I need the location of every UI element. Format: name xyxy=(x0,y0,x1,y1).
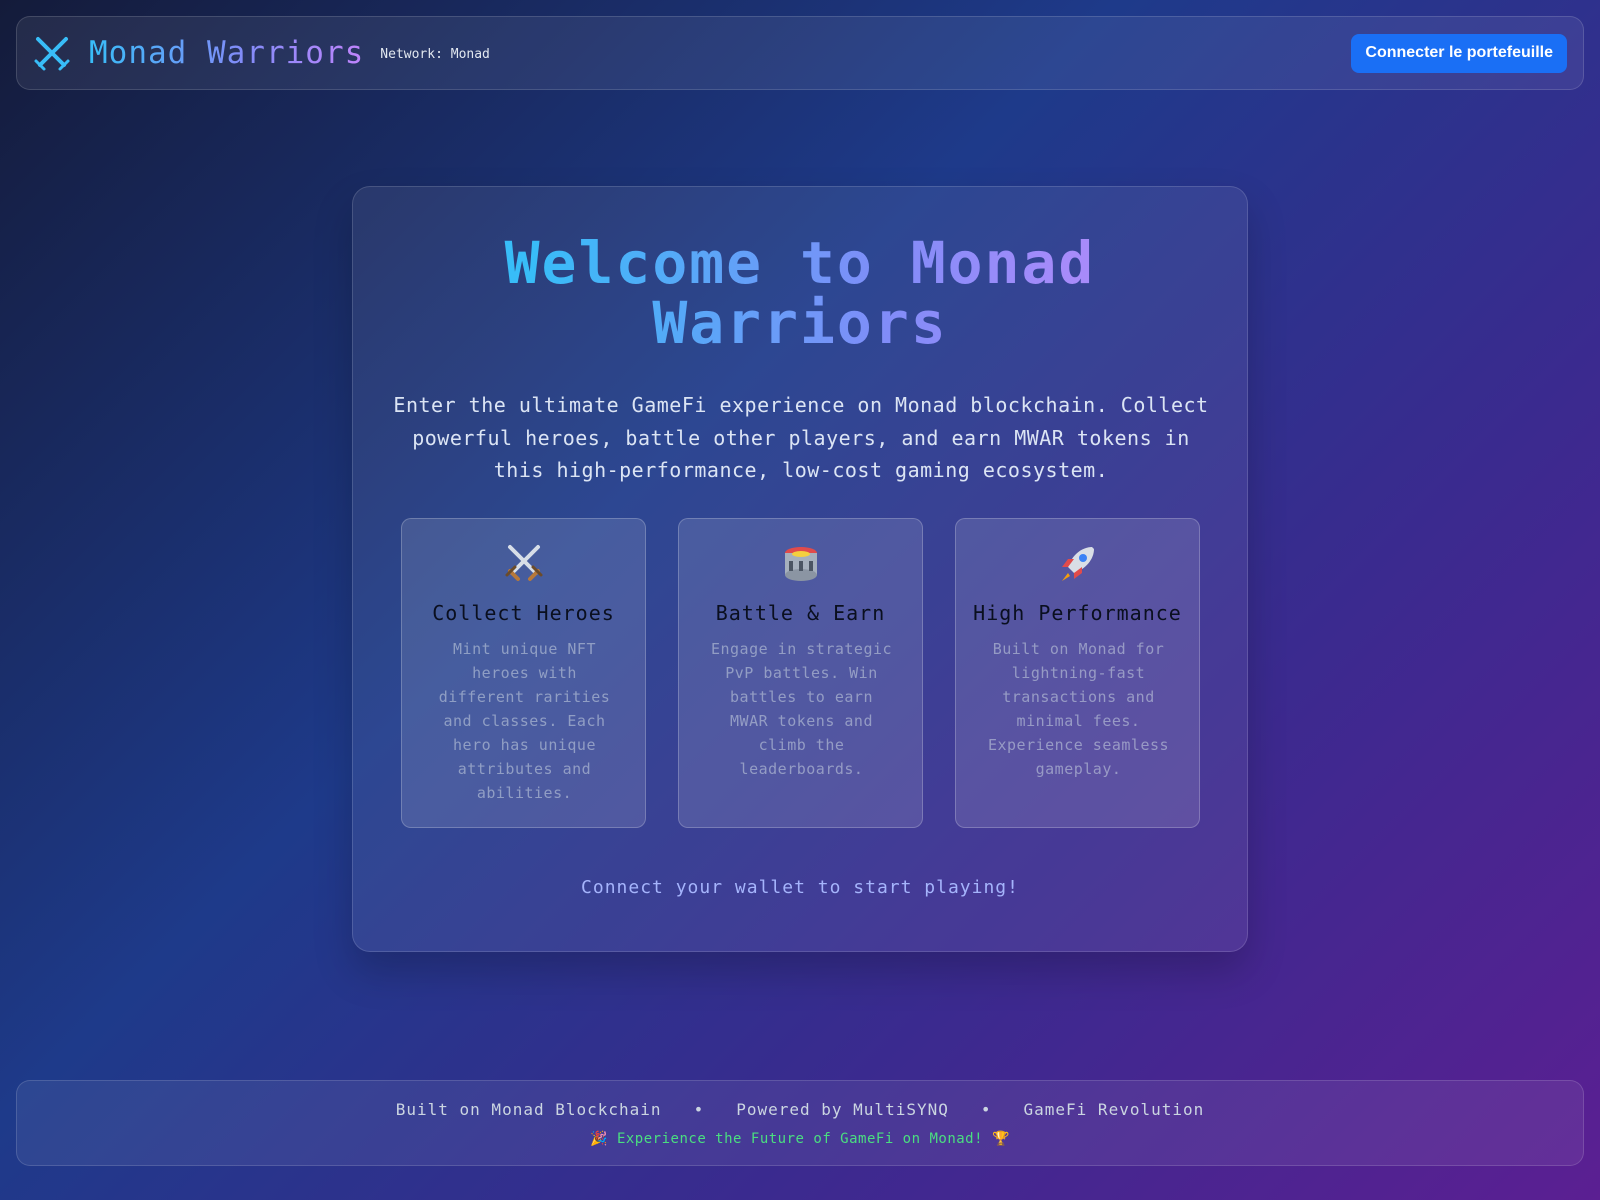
crossed-swords-icon xyxy=(402,541,645,585)
footer-tagline: 🎉 Experience the Future of GameFi on Mon… xyxy=(590,1131,1010,1147)
feature-list: Collect Heroes Mint unique NFT heroes wi… xyxy=(401,518,1201,828)
rocket-icon xyxy=(956,541,1199,585)
feature-title: Collect Heroes xyxy=(432,601,615,625)
feature-description: Built on Monad for lightning-fast transa… xyxy=(987,640,1170,778)
feature-title: High Performance xyxy=(973,601,1182,625)
network-label: Network: Monad xyxy=(380,46,490,62)
feature-card-collect-heroes: Collect Heroes Mint unique NFT heroes wi… xyxy=(401,518,646,828)
footer-item-gamefi: GameFi Revolution xyxy=(1023,1100,1205,1119)
footer-separator: • xyxy=(980,1100,992,1119)
stadium-icon xyxy=(679,541,922,585)
feature-card-battle-earn: Battle & Earn Engage in strategic PvP ba… xyxy=(678,518,923,828)
feature-description: Mint unique NFT heroes with different ra… xyxy=(438,640,611,802)
welcome-heading: Welcome to Monad Warriors xyxy=(353,233,1247,353)
footer-separator: • xyxy=(693,1100,705,1119)
connect-wallet-button[interactable]: Connecter le portefeuille xyxy=(1351,33,1567,73)
footer-item-multisynq: Powered by MultiSYNQ xyxy=(736,1100,949,1119)
footer-links: Built on Monad Blockchain • Powered by M… xyxy=(17,1100,1583,1119)
app-title: Monad Warriors xyxy=(89,35,365,71)
top-bar: Monad Warriors Network: Monad Connecter … xyxy=(16,16,1584,90)
footer-item-monad: Built on Monad Blockchain xyxy=(395,1100,662,1119)
crossed-swords-icon xyxy=(33,34,71,72)
connect-prompt: Connect your wallet to start playing! xyxy=(581,877,1019,898)
feature-title: Battle & Earn xyxy=(715,601,886,625)
welcome-card: Welcome to Monad Warriors Enter the ulti… xyxy=(352,186,1248,952)
feature-description: Engage in strategic PvP battles. Win bat… xyxy=(710,640,893,778)
feature-card-high-performance: High Performance Built on Monad for ligh… xyxy=(955,518,1200,828)
intro-text: Enter the ultimate GameFi experience on … xyxy=(393,393,1209,482)
footer: Built on Monad Blockchain • Powered by M… xyxy=(16,1080,1584,1166)
